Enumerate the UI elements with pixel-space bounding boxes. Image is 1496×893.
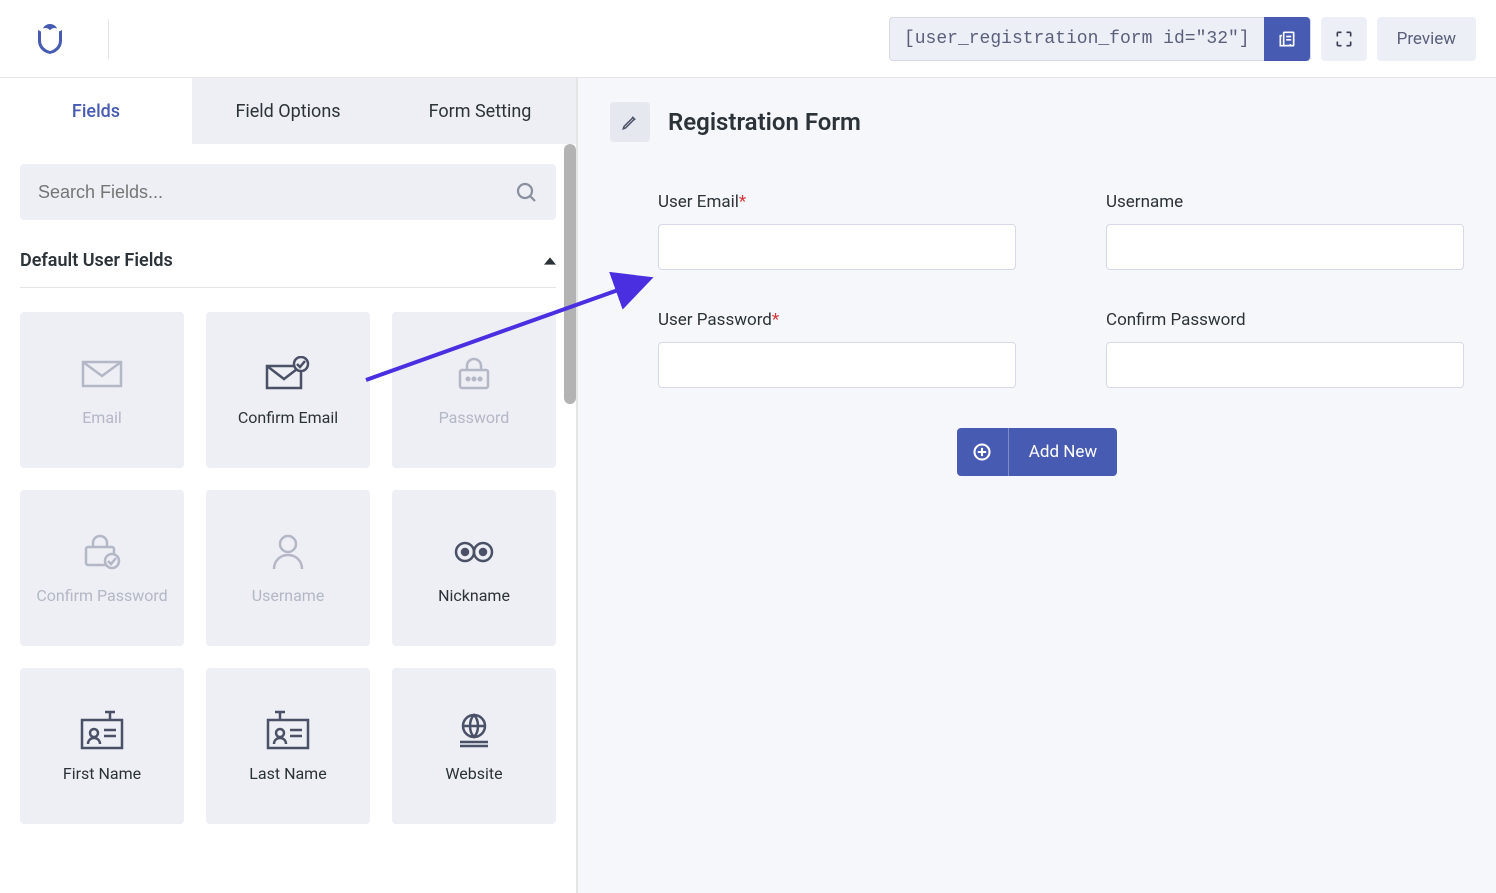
header-left [20,19,109,59]
shortcode-text[interactable]: [user_registration_form id="32"] [890,29,1264,49]
form-row: User Email* Username [610,192,1464,270]
field-label: User Email* [658,192,1016,212]
field-label: Last Name [249,764,326,783]
canvas: Registration Form User Email* Username U… [578,78,1496,893]
logo-icon [32,21,68,57]
website-icon [454,710,494,750]
form-field-username[interactable]: Username [1106,192,1464,270]
edit-title-button[interactable] [610,102,650,142]
pencil-icon [621,113,639,131]
field-label: Website [445,764,502,783]
field-input[interactable] [1106,342,1464,388]
sidebar: Fields Field Options Form Setting Defaul… [0,78,578,893]
form-field-user-email[interactable]: User Email* [658,192,1016,270]
expand-icon [1334,29,1354,49]
username-icon [271,532,305,572]
form-title-row: Registration Form [610,102,1464,142]
field-tile-confirm-email[interactable]: Confirm Email [206,312,370,468]
add-new-row: Add New [610,428,1464,476]
preview-label: Preview [1397,29,1456,49]
form-row: User Password* Confirm Password [610,310,1464,388]
main: Fields Field Options Form Setting Defaul… [0,78,1496,893]
tab-form-setting[interactable]: Form Setting [384,78,576,144]
field-label: First Name [63,764,141,783]
field-label: Email [82,408,122,427]
email-icon [81,354,123,394]
field-label: Confirm Email [238,408,338,427]
plus-icon [957,428,1009,476]
field-tile-last-name[interactable]: Last Name [206,668,370,824]
confirm-password-icon [82,532,122,572]
search-icon [514,180,538,204]
password-icon [456,354,492,394]
search [20,164,556,220]
field-tile-username[interactable]: Username [206,490,370,646]
scrollbar[interactable] [564,144,576,404]
confirm-email-icon [265,354,311,394]
field-label: Confirm Password [36,586,167,605]
header: [user_registration_form id="32"] Preview [0,0,1496,78]
field-tile-confirm-password[interactable]: Confirm Password [20,490,184,646]
header-right: [user_registration_form id="32"] Preview [889,17,1476,61]
field-tile-email[interactable]: Email [20,312,184,468]
field-input[interactable] [658,342,1016,388]
field-label: User Password* [658,310,1016,330]
field-label: Confirm Password [1106,310,1464,330]
name-icon [266,710,310,750]
field-label: Nickname [438,586,510,605]
copy-button[interactable] [1264,17,1310,61]
preview-button[interactable]: Preview [1377,17,1476,61]
field-label: Username [1106,192,1464,212]
fields-grid: Email Confirm Email Password [20,312,556,824]
search-input[interactable] [20,164,556,220]
add-new-button[interactable]: Add New [957,428,1117,476]
field-tile-password[interactable]: Password [392,312,556,468]
tab-field-options[interactable]: Field Options [192,78,384,144]
field-tile-website[interactable]: Website [392,668,556,824]
field-tile-first-name[interactable]: First Name [20,668,184,824]
nickname-icon [452,532,496,572]
form-title[interactable]: Registration Form [668,108,861,136]
tabs: Fields Field Options Form Setting [0,78,576,144]
divider [108,19,109,59]
add-new-label: Add New [1009,442,1117,462]
chevron-up-icon [544,255,556,267]
clipboard-icon [1277,29,1297,49]
section-header[interactable]: Default User Fields [20,240,556,288]
field-input[interactable] [1106,224,1464,270]
field-label: Username [252,586,325,605]
field-label: Password [439,408,510,427]
field-input[interactable] [658,224,1016,270]
name-icon [80,710,124,750]
fullscreen-button[interactable] [1321,17,1367,61]
form-field-confirm-password[interactable]: Confirm Password [1106,310,1464,388]
form-field-user-password[interactable]: User Password* [658,310,1016,388]
section-title: Default User Fields [20,250,173,271]
shortcode-box: [user_registration_form id="32"] [889,17,1311,61]
field-tile-nickname[interactable]: Nickname [392,490,556,646]
tab-fields[interactable]: Fields [0,78,192,144]
sidebar-body: Default User Fields Email Confirm Email [0,144,576,844]
